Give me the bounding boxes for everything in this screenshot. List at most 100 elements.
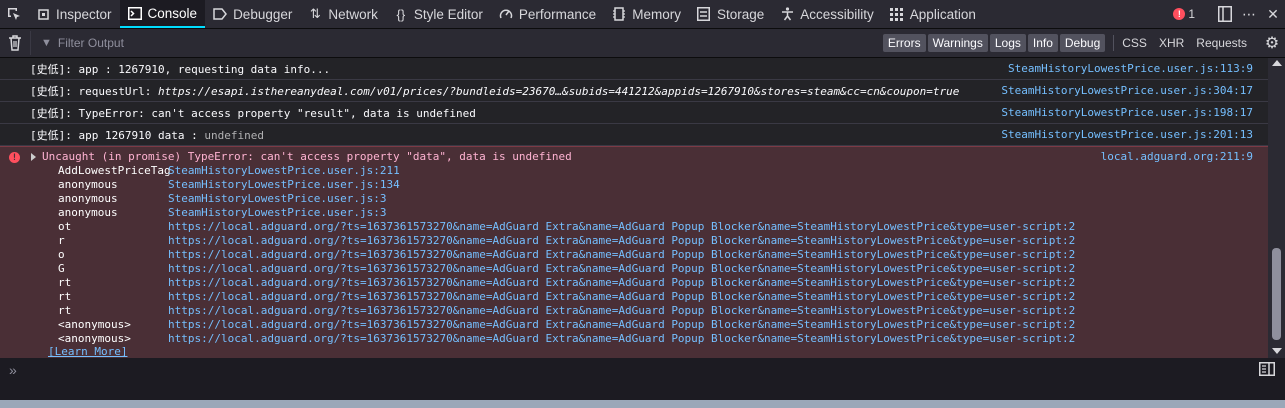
source-link[interactable]: SteamHistoryLowestPrice.user.js:304:17 [1001,84,1253,97]
error-count-badge[interactable]: ! 1 [1173,7,1195,21]
log-url: https://esapi.isthereanydeal.com/v01/pri… [157,84,960,98]
frame-source-link[interactable]: https://local.adguard.org/?ts=1637361573… [168,304,1075,318]
source-link[interactable]: SteamHistoryLowestPrice.user.js:113:9 [1008,62,1253,75]
tab-style-editor[interactable]: {} Style Editor [386,0,491,28]
log-text: app 1267910 data : [78,128,205,142]
tab-application[interactable]: Application [882,0,984,28]
storage-icon [697,7,711,21]
frame-source-link[interactable]: https://local.adguard.org/?ts=1637361573… [168,332,1075,346]
filter-errors-button[interactable]: Errors [882,34,926,52]
frame-function: G [58,262,65,275]
scroll-up-arrow-icon[interactable] [1272,60,1282,66]
clear-console-icon[interactable] [0,29,30,57]
filter-requests-button[interactable]: Requests [1196,36,1247,50]
element-picker-icon[interactable] [0,0,28,28]
filter-css-button[interactable]: CSS [1122,36,1147,50]
inspector-icon [36,7,50,21]
frame-function: o [58,248,65,261]
log-prefix: [史低]: [30,62,79,76]
frame-function: rt [58,290,72,303]
filter-output-field[interactable]: ▼ [30,31,341,55]
filter-debug-button[interactable]: Debug [1059,34,1106,52]
expand-arrow-icon[interactable] [31,153,36,161]
log-message: [史低]: requestUrl: https://esapi.istherea… [0,80,1268,102]
more-options-icon[interactable]: ⋯ [1237,0,1261,28]
tab-label: Memory [632,6,681,22]
settings-gear-icon[interactable]: ⚙ [1259,33,1285,53]
frame-source-link[interactable]: SteamHistoryLowestPrice.user.js:134 [168,178,400,192]
log-message: [史低]: TypeError: can't access property "… [0,102,1268,124]
stack-frame: anonymous SteamHistoryLowestPrice.user.js… [58,178,1075,192]
tab-label: Inspector [56,6,112,22]
tab-accessibility[interactable]: Accessibility [772,0,882,28]
tab-label: Debugger [233,6,293,22]
filter-output-input[interactable] [55,35,310,51]
frame-source-link[interactable]: SteamHistoryLowestPrice.user.js:211 [168,164,400,178]
prompt-chevron-icon: » [9,362,17,378]
filter-icon: ▼ [41,37,52,49]
frame-function: anonymous [58,178,118,191]
frame-source-link[interactable]: https://local.adguard.org/?ts=1637361573… [168,276,1075,290]
filter-info-button[interactable]: Info [1027,34,1058,52]
frame-source-link[interactable]: https://local.adguard.org/?ts=1637361573… [168,234,1075,248]
tab-debugger[interactable]: Debugger [205,0,300,28]
output-scrollbar[interactable] [1268,58,1285,358]
frame-source-link[interactable]: SteamHistoryLowestPrice.user.js:3 [168,206,387,220]
desktop-background-strip [0,400,1285,408]
console-icon [127,6,142,20]
source-link[interactable]: SteamHistoryLowestPrice.user.js:201:13 [1001,128,1253,141]
tab-memory[interactable]: Memory [604,0,689,28]
log-text: app : 1267910, requesting data info... [78,62,331,76]
scroll-down-arrow-icon[interactable] [1272,348,1282,354]
frame-function: rt [58,276,72,289]
error-icon: ! [9,152,20,163]
tab-console[interactable]: Console [119,0,206,28]
tab-label: Style Editor [413,6,483,22]
dock-toggle-icon[interactable] [1213,0,1237,28]
tab-performance[interactable]: Performance [491,0,604,28]
tab-network[interactable]: ⇅ Network [300,0,386,28]
filter-logs-button[interactable]: Logs [989,34,1026,52]
devtools-toolbar: Inspector Console Debugger ⇅ Network {} … [0,0,1285,29]
console-input[interactable]: » [0,358,1285,400]
scroll-thumb[interactable] [1272,248,1281,340]
frame-source-link[interactable]: https://local.adguard.org/?ts=1637361573… [168,220,1075,234]
stack-frame: rt https://local.adguard.org/?ts=16373615… [58,290,1075,304]
stack-frame: anonymous SteamHistoryLowestPrice.user.js… [58,206,1075,220]
close-icon[interactable]: ✕ [1261,0,1285,28]
frame-source-link[interactable]: SteamHistoryLowestPrice.user.js:3 [168,192,387,206]
filter-xhr-button[interactable]: XHR [1159,36,1184,50]
tab-label: Storage [716,6,765,22]
log-message: [史低]: app : 1267910, requesting data inf… [0,58,1268,80]
log-text: TypeError: can't access property "result… [78,106,476,120]
stack-frame: <anonymous> https://local.adguard.org/?ts… [58,318,1075,332]
source-link[interactable]: local.adguard.org:211:9 [1101,150,1253,163]
source-link[interactable]: SteamHistoryLowestPrice.user.js:198:17 [1001,106,1253,119]
frame-source-link[interactable]: https://local.adguard.org/?ts=1637361573… [168,248,1075,262]
stack-frame: anonymous SteamHistoryLowestPrice.user.js… [58,192,1075,206]
log-prefix: [史低]: [30,84,79,98]
filter-warnings-button[interactable]: Warnings [927,34,988,52]
console-filter-bar: ▼ Errors Warnings Logs Info Debug CSS XH… [0,29,1285,58]
frame-source-link[interactable]: https://local.adguard.org/?ts=1637361573… [168,290,1075,304]
stack-frame: r https://local.adguard.org/?ts=163736157… [58,234,1075,248]
debugger-icon [213,7,228,21]
tab-inspector[interactable]: Inspector [28,0,120,28]
frame-function: <anonymous> [58,318,131,331]
style-editor-icon: {} [396,6,406,22]
error-icon: ! [1173,8,1186,20]
tab-label: Network [328,6,378,22]
learn-more-link[interactable]: [Learn More] [48,345,127,358]
frame-source-link[interactable]: https://local.adguard.org/?ts=1637361573… [168,262,1075,276]
stack-frame: <anonymous> https://local.adguard.org/?ts… [58,332,1075,346]
stack-frame: rt https://local.adguard.org/?ts=16373615… [58,276,1075,290]
performance-icon [499,7,513,21]
log-value: undefined [204,128,264,142]
frame-function: anonymous [58,192,118,205]
frame-source-link[interactable]: https://local.adguard.org/?ts=1637361573… [168,318,1075,332]
stack-frame: AddLowestPriceTag SteamHistoryLowestPrice… [58,164,1075,178]
stack-frame: ot https://local.adguard.org/?ts=16373615… [58,220,1075,234]
tab-storage[interactable]: Storage [689,0,772,28]
log-label: requestUrl: [78,84,158,98]
editor-mode-toggle-icon[interactable] [1259,362,1275,381]
